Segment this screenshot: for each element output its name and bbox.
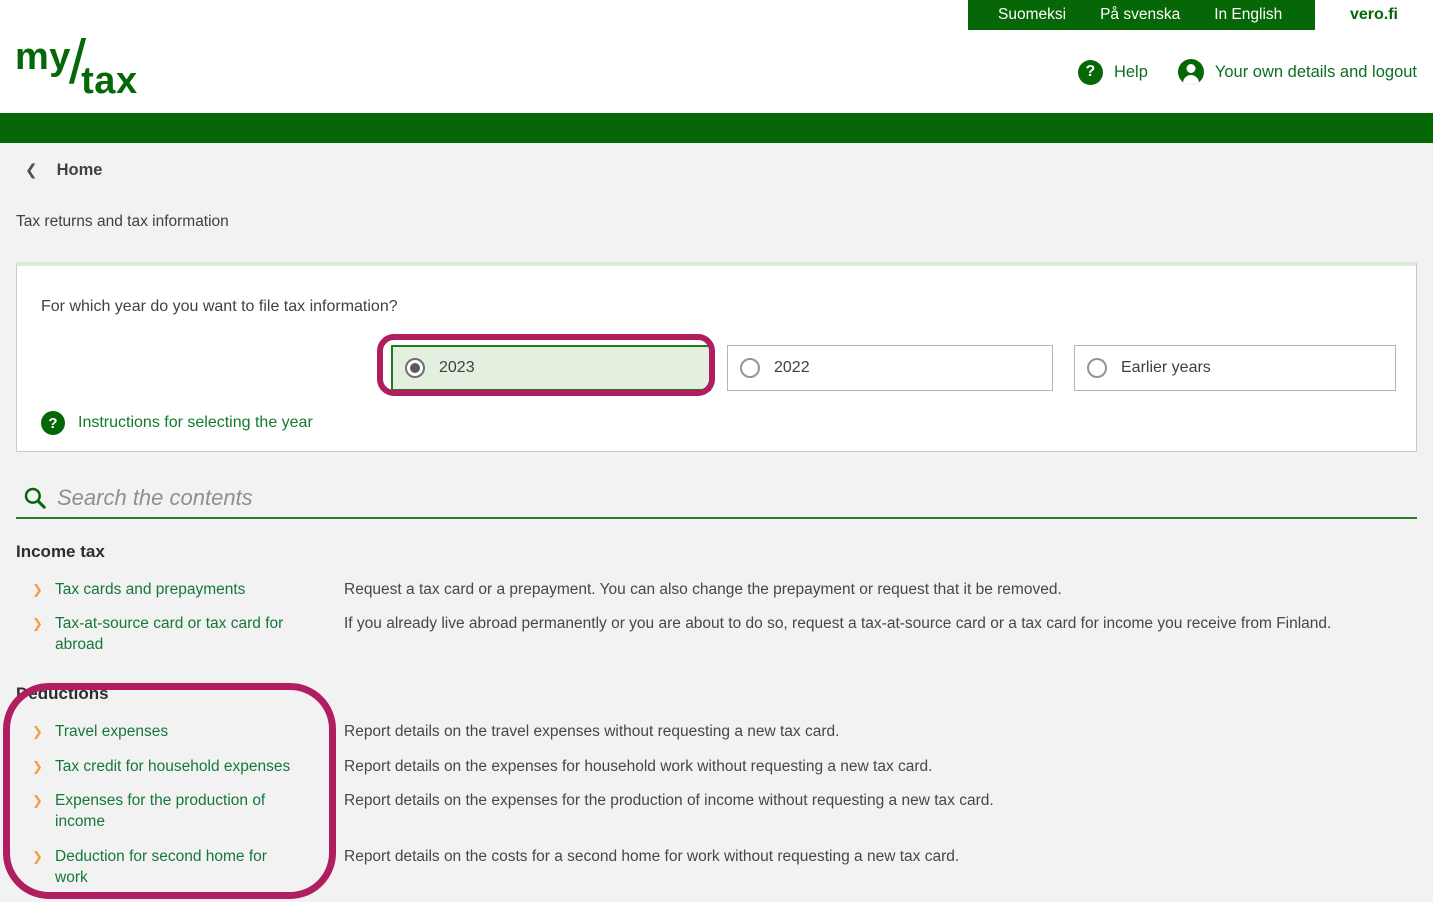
list-item: Tax credit for household expenses Report… [16,756,1417,777]
year-option-label: 2023 [439,359,475,376]
year-options: 2023 2022 Earlier years [391,345,1396,391]
account-label: Your own details and logout [1214,62,1417,81]
account-logout-link[interactable]: Your own details and logout [1177,59,1417,85]
search-bar [16,479,1417,519]
link-description: Request a tax card or a prepayment. You … [344,581,1062,598]
list-item: Deduction for second home for work Repor… [16,846,1417,888]
chevron-right-icon [32,579,46,600]
breadcrumb-home[interactable]: Home [16,158,103,182]
help-icon [41,411,65,435]
link-second-home-deduction[interactable]: Deduction for second home for work [55,846,303,888]
link-description: Report details on the expenses for house… [344,757,933,775]
link-travel-expenses[interactable]: Travel expenses [55,721,168,742]
verofi-link[interactable]: vero.fi [1315,0,1433,30]
year-option-earlier-years[interactable]: Earlier years [1074,345,1396,391]
section-heading: Income tax [16,542,105,561]
language-link-finnish[interactable]: Suomeksi [998,6,1066,24]
mytax-page: my / tax Suomeksi På svenska In English … [0,0,1433,902]
list-item: Travel expenses Report details on the tr… [16,721,1417,742]
year-option-2022[interactable]: 2022 [727,345,1053,391]
link-production-of-income-expenses[interactable]: Expenses for the production of income [55,790,303,832]
section-rows: Tax cards and prepayments Request a tax … [16,579,1417,655]
list-item: Expenses for the production of income Re… [16,790,1417,832]
radio-unselected-icon[interactable] [1087,358,1107,378]
list-item: Tax-at-source card or tax card for abroa… [16,613,1417,655]
year-option-label: Earlier years [1121,359,1211,376]
search-icon [24,487,46,509]
chevron-right-icon [32,756,46,777]
link-cell[interactable]: Travel expenses [16,721,344,742]
chevron-right-icon [32,721,46,742]
language-bar: Suomeksi På svenska In English [968,0,1315,30]
help-icon [1077,59,1103,85]
list-item: Tax cards and prepayments Request a tax … [16,579,1417,600]
nav-band [0,113,1433,143]
page-title: Tax returns and tax information [16,213,229,230]
year-option-2023[interactable]: 2023 [391,345,711,391]
help-link[interactable]: Help [1077,59,1148,85]
year-selection-panel: For which year do you want to file tax i… [16,262,1417,452]
user-icon [1177,59,1204,85]
logo-text-tax: tax [81,60,138,102]
section-heading: Deductions [16,684,109,703]
section-income-tax: Income tax Tax cards and prepayments Req… [16,542,1417,655]
year-instructions-link[interactable]: Instructions for selecting the year [41,411,313,435]
year-question: For which year do you want to file tax i… [41,298,398,315]
link-cell[interactable]: Tax credit for household expenses [16,756,344,777]
help-label: Help [1113,62,1148,81]
header: my / tax Suomeksi På svenska In English … [0,0,1433,113]
breadcrumb-label: Home [56,160,103,179]
chevron-right-icon [32,846,46,867]
link-household-expenses-credit[interactable]: Tax credit for household expenses [55,756,290,777]
link-cell[interactable]: Tax-at-source card or tax card for abroa… [16,613,344,655]
year-option-label: 2022 [774,359,810,376]
user-links: Help Your own details and logout [1077,55,1417,89]
radio-selected-icon[interactable] [405,358,425,378]
language-link-english[interactable]: In English [1214,6,1282,24]
logo-text-my: my [15,36,71,78]
mytax-logo[interactable]: my / tax [15,31,138,100]
link-tax-at-source-card[interactable]: Tax-at-source card or tax card for abroa… [55,613,303,655]
section-rows: Travel expenses Report details on the tr… [16,721,1417,902]
chevron-right-icon [32,613,46,634]
radio-unselected-icon[interactable] [740,358,760,378]
link-description: Report details on the costs for a second… [344,847,960,865]
link-cell[interactable]: Tax cards and prepayments [16,579,344,600]
link-description: Report details on the expenses for the p… [344,792,994,809]
link-tax-cards-and-prepayments[interactable]: Tax cards and prepayments [55,579,245,600]
chevron-left-icon [25,163,38,178]
language-link-swedish[interactable]: På svenska [1100,6,1180,24]
link-cell[interactable]: Deduction for second home for work [16,846,344,888]
section-deductions: Deductions Travel expenses Report detail… [16,684,1417,902]
instructions-label: Instructions for selecting the year [78,414,313,431]
link-cell[interactable]: Expenses for the production of income [16,790,344,832]
search-input[interactable] [57,485,857,511]
link-description: Report details on the travel expenses wi… [344,723,840,740]
main-content: Home Tax returns and tax information For… [0,143,1433,902]
chevron-right-icon [32,790,46,811]
link-description: If you already live abroad permanently o… [344,615,1332,632]
